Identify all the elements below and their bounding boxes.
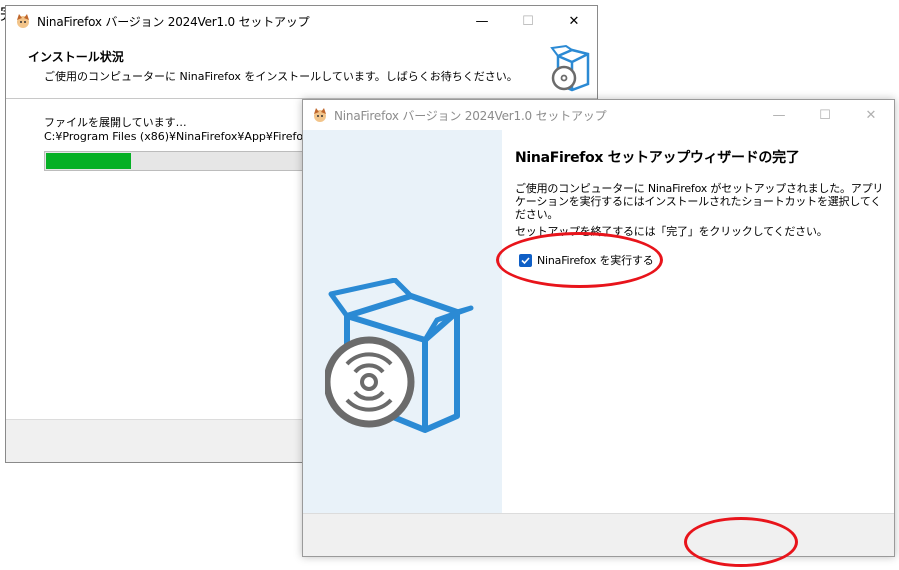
- title-bar[interactable]: NinaFirefox バージョン 2024Ver1.0 セットアップ — ☐ …: [303, 100, 894, 130]
- close-button[interactable]: ✕: [848, 100, 894, 130]
- box-disc-icon: [550, 44, 590, 92]
- finish-instruction: セットアップを終了するには「完了」をクリックしてください。: [515, 225, 828, 238]
- window-controls: — ☐ ✕: [756, 100, 894, 130]
- progress-path: C:¥Program Files (x86)¥NinaFirefox¥App¥F…: [44, 130, 333, 143]
- window-title: NinaFirefox バージョン 2024Ver1.0 セットアップ: [334, 108, 607, 123]
- wizard-sidebar: [303, 130, 502, 516]
- run-app-label: NinaFirefox を実行する: [537, 254, 654, 267]
- maximize-button[interactable]: ☐: [802, 100, 848, 130]
- app-icon: [17, 14, 29, 28]
- window-title: NinaFirefox バージョン 2024Ver1.0 セットアップ: [37, 14, 310, 29]
- finish-title: NinaFirefox セットアップウィザードの完了: [515, 150, 800, 166]
- status-title: インストール状況: [28, 50, 124, 64]
- maximize-button[interactable]: ☐: [505, 6, 551, 36]
- checkbox-checked-icon[interactable]: [519, 253, 532, 267]
- minimize-button[interactable]: —: [756, 100, 802, 130]
- title-bar[interactable]: NinaFirefox バージョン 2024Ver1.0 セットアップ — ☐ …: [6, 6, 597, 36]
- finish-description: ご使用のコンピューターに NinaFirefox がセットアップされました。アプ…: [515, 182, 884, 221]
- box-disc-icon: [325, 278, 474, 433]
- status-description: ご使用のコンピューターに NinaFirefox をインストールしています。しば…: [44, 70, 518, 83]
- window-controls: — ☐ ✕: [459, 6, 597, 36]
- minimize-button[interactable]: —: [459, 6, 505, 36]
- app-icon: [314, 108, 326, 122]
- installer-finish-window: NinaFirefox バージョン 2024Ver1.0 セットアップ — ☐ …: [302, 99, 895, 557]
- progress-fill: [46, 153, 131, 169]
- run-app-checkbox[interactable]: NinaFirefox を実行する: [519, 252, 654, 268]
- footer-bar: [303, 513, 894, 556]
- close-button[interactable]: ✕: [551, 6, 597, 36]
- progress-label: ファイルを展開しています…: [44, 116, 187, 129]
